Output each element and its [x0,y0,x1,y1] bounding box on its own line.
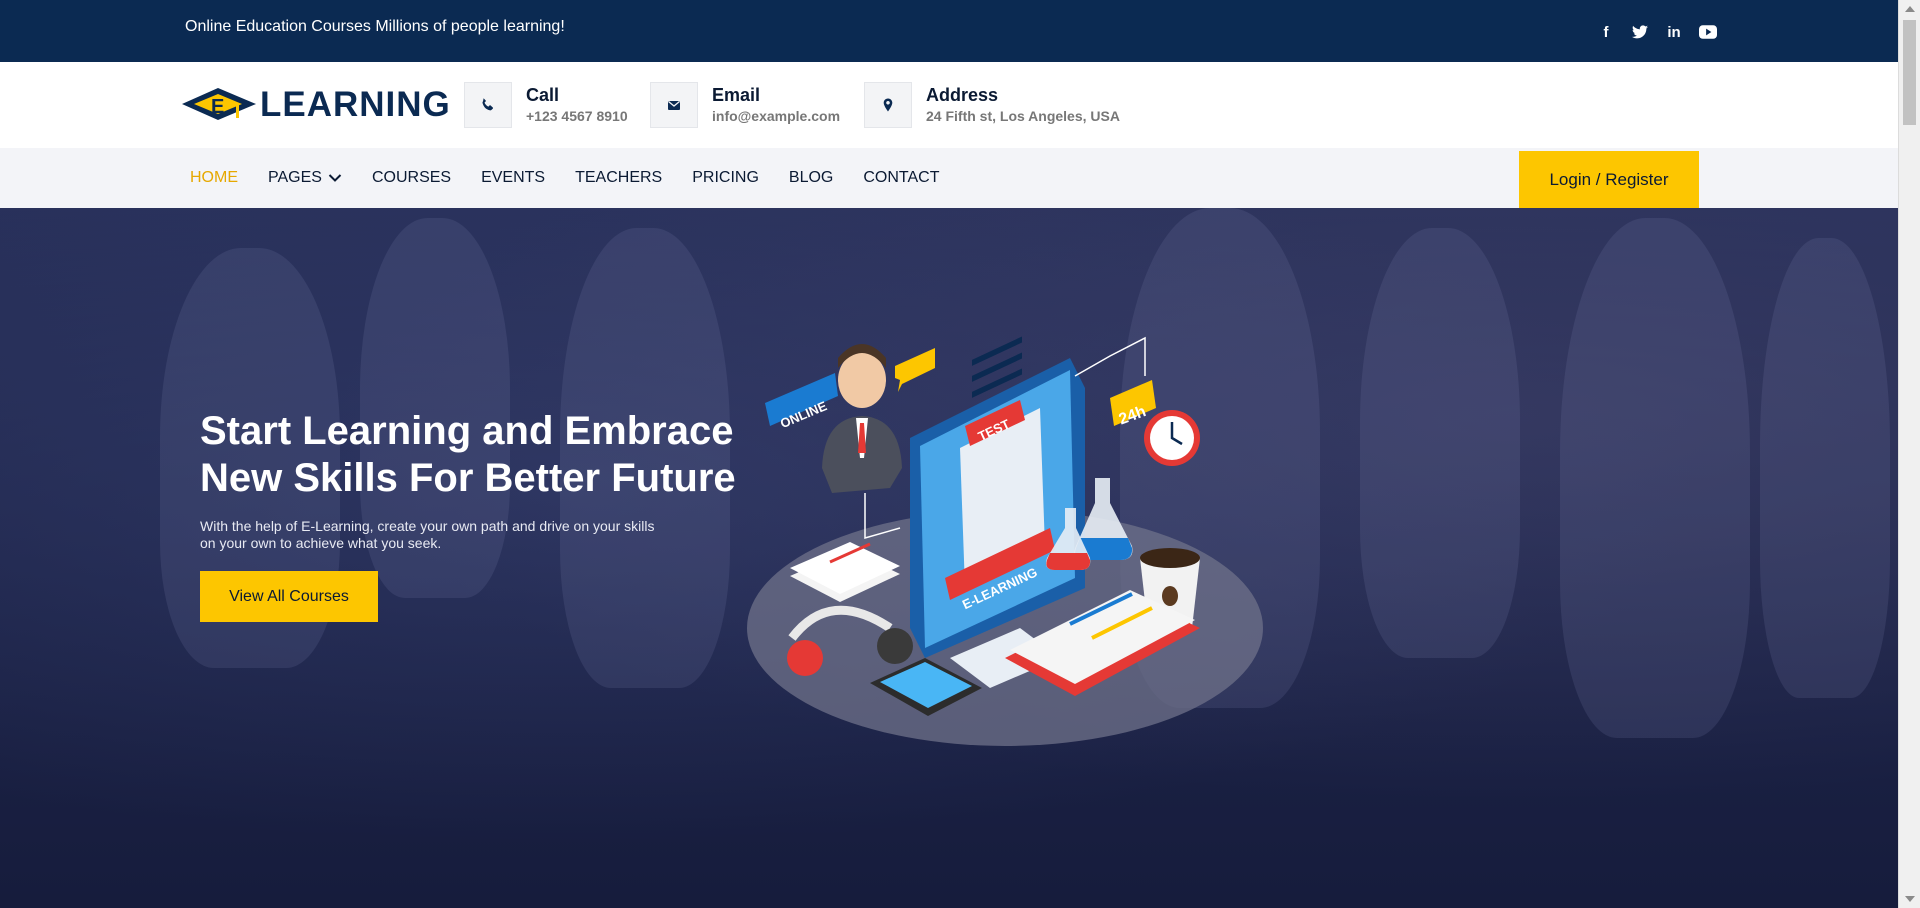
scroll-down-arrow-icon[interactable] [1905,896,1915,902]
phone-icon-box [464,82,512,128]
contact-call: Call +123 4567 8910 [464,82,628,128]
top-bar-message: Online Education Courses Millions of peo… [185,18,565,35]
graduation-cap-logo-icon: E [182,88,256,120]
envelope-icon [668,100,680,110]
hero-section: Start Learning and Embrace New Skills Fo… [0,208,1898,908]
site-logo[interactable]: E LEARNING [180,84,451,126]
logo-text: LEARNING [260,85,451,124]
contact-call-title: Call [526,85,560,105]
nav-item-courses[interactable]: COURSES [372,169,451,187]
nav-item-pricing[interactable]: PRICING [692,169,759,187]
facebook-icon[interactable]: f [1596,22,1616,42]
page-scrollbar[interactable] [1898,0,1920,908]
hero-title-line-2: New Skills For Better Future [200,456,736,500]
contact-address-value: 24 Fifth st, Los Angeles, USA [926,108,1120,124]
nav-item-home[interactable]: HOME [190,169,238,187]
logo-letter: E [211,96,224,118]
nav-item-blog[interactable]: BLOG [789,169,833,187]
hero-title-line-1: Start Learning and Embrace [200,409,734,453]
nav-item-contact[interactable]: CONTACT [863,169,939,187]
nav-item-teachers[interactable]: TEACHERS [575,169,662,187]
hero-subtitle: With the help of E-Learning, create your… [200,518,655,551]
top-bar: Online Education Courses Millions of peo… [0,0,1898,62]
scrollbar-thumb[interactable] [1903,20,1916,125]
nav-item-pages[interactable]: PAGES [268,169,342,187]
youtube-icon[interactable] [1698,22,1718,42]
envelope-icon-box [650,82,698,128]
contact-address-title: Address [926,85,999,105]
login-register-button[interactable]: Login / Register [1519,151,1699,208]
contact-email-value: info@example.com [712,108,841,124]
contact-email: Email info@example.com [650,82,840,128]
nav-item-pages-label: PAGES [268,169,322,186]
hero-title: Start Learning and Embrace New Skills Fo… [200,408,760,502]
social-links: f in [1596,22,1718,42]
linkedin-icon[interactable]: in [1664,22,1684,42]
view-all-courses-button[interactable]: View All Courses [200,571,378,622]
chevron-down-icon [328,174,342,182]
site-header: E LEARNING Call +123 4567 8910 Email inf… [0,62,1898,148]
contact-address: Address 24 Fifth st, Los Angeles, USA [864,82,1120,128]
contact-call-value: +123 4567 8910 [526,108,628,124]
twitter-icon[interactable] [1630,22,1650,42]
scroll-up-arrow-icon[interactable] [1905,6,1915,12]
phone-icon [482,98,494,111]
e-learning-illustration: TEST E-LEARNING ONLINE 24h [747,336,1263,746]
nav-item-events[interactable]: EVENTS [481,169,545,187]
map-pin-icon [883,98,893,112]
contact-email-title: Email [712,85,761,105]
map-pin-icon-box [864,82,912,128]
